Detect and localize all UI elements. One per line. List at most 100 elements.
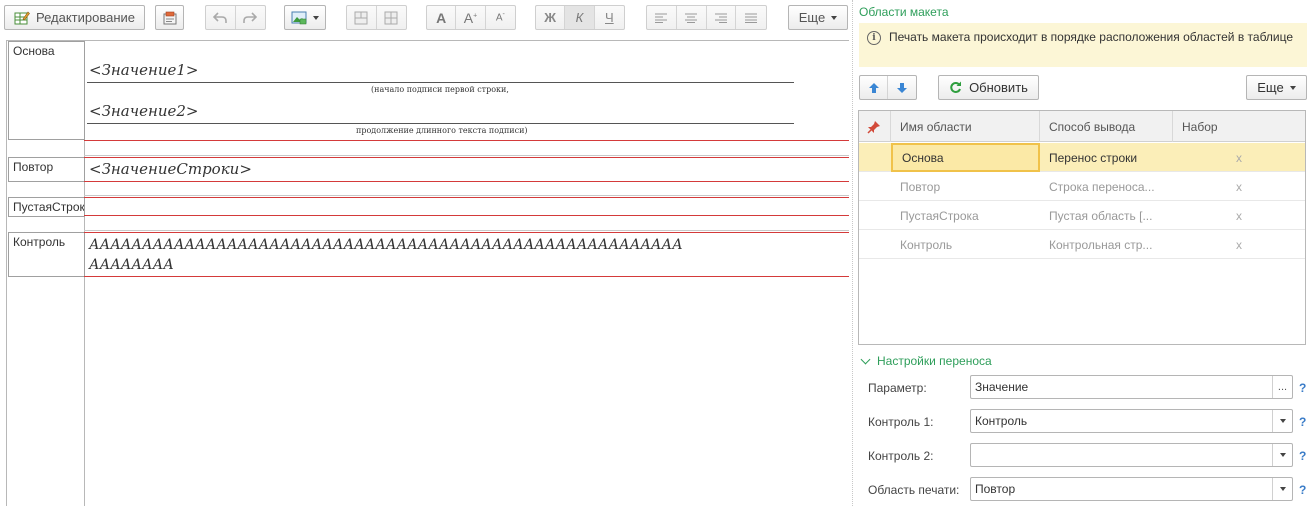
row-mode-cell[interactable]: Перенос строки bbox=[1040, 143, 1173, 172]
control2-label: Контроль 2: bbox=[868, 449, 934, 463]
field-value1[interactable]: <Значение1> bbox=[89, 61, 198, 79]
param-field[interactable]: Значение ... bbox=[970, 375, 1293, 399]
edit-mode-label: Редактирование bbox=[35, 10, 136, 25]
help-icon[interactable]: ? bbox=[1299, 415, 1306, 429]
font-decrease-button[interactable]: A- bbox=[486, 6, 515, 29]
chevron-down-icon bbox=[831, 15, 838, 20]
print-area-label: Область печати: bbox=[868, 483, 960, 497]
font-button[interactable]: A bbox=[427, 6, 457, 29]
area-border-line bbox=[84, 232, 849, 233]
control1-select[interactable]: Контроль bbox=[970, 409, 1293, 433]
row-mode-cell[interactable]: Строка переноса... bbox=[1040, 172, 1173, 201]
template-sheet[interactable]: Основа Повтор ПустаяСтрока Контроль <Зна… bbox=[6, 40, 849, 506]
field-control-line2[interactable]: АААААААА bbox=[89, 257, 174, 273]
bold-icon: Ж bbox=[544, 10, 557, 25]
alignment-group bbox=[646, 5, 767, 30]
column-header-mode[interactable]: Способ вывода bbox=[1040, 111, 1173, 142]
merge-cells-icon bbox=[354, 11, 368, 24]
row-set-cell[interactable]: x bbox=[1236, 201, 1242, 230]
area-label-empty[interactable]: ПустаяСтрока bbox=[8, 197, 85, 217]
toolbar-more-button[interactable]: Еще bbox=[788, 5, 848, 30]
split-cells-button[interactable] bbox=[377, 6, 406, 29]
refresh-icon bbox=[950, 81, 962, 93]
area-label-control[interactable]: Контроль bbox=[8, 232, 85, 277]
insert-picture-button[interactable] bbox=[284, 5, 326, 30]
underline-button[interactable]: Ч bbox=[595, 6, 624, 29]
template-toolbar: Редактирование A A+ A- Ж К Ч Еще bbox=[0, 0, 850, 36]
print-area-select[interactable]: Повтор bbox=[970, 477, 1293, 501]
wrap-settings-toggle[interactable]: Настройки переноса bbox=[859, 354, 992, 368]
row-mode-cell[interactable]: Пустая область [... bbox=[1040, 201, 1173, 230]
area-border-line bbox=[84, 140, 849, 141]
area-border-line bbox=[84, 157, 849, 158]
column-header-name[interactable]: Имя области bbox=[891, 111, 1040, 142]
undo-button[interactable] bbox=[206, 6, 236, 29]
area-border-line bbox=[84, 181, 849, 182]
refresh-button[interactable]: Обновить bbox=[938, 75, 1039, 100]
pin-column-header[interactable] bbox=[859, 111, 891, 142]
italic-icon: К bbox=[575, 10, 584, 25]
bold-button[interactable]: Ж bbox=[536, 6, 566, 29]
control1-label: Контроль 1: bbox=[868, 415, 934, 429]
dropdown-button[interactable] bbox=[1272, 444, 1292, 466]
move-up-button[interactable] bbox=[860, 76, 889, 99]
help-icon[interactable]: ? bbox=[1299, 483, 1306, 497]
help-icon[interactable]: ? bbox=[1299, 381, 1306, 395]
field-row-value[interactable]: <ЗначениеСтроки> bbox=[89, 160, 252, 178]
table-row[interactable]: Контроль Контрольная стр... x bbox=[859, 230, 1305, 259]
row-set-cell[interactable]: x bbox=[1236, 143, 1242, 172]
edit-mode-button[interactable]: Редактирование bbox=[4, 5, 145, 30]
row-set-cell[interactable]: x bbox=[1236, 172, 1242, 201]
table-row[interactable]: Повтор Строка переноса... x bbox=[859, 172, 1305, 201]
italic-button[interactable]: К bbox=[565, 6, 595, 29]
field-value2[interactable]: <Значение2> bbox=[89, 102, 198, 120]
info-icon: i bbox=[867, 31, 881, 45]
properties-icon bbox=[163, 11, 176, 24]
control2-select[interactable] bbox=[970, 443, 1293, 467]
redo-button[interactable] bbox=[236, 6, 265, 29]
refresh-label: Обновить bbox=[969, 80, 1028, 95]
table-row[interactable]: Основа Перенос строки x bbox=[859, 143, 1305, 172]
panel-more-button[interactable]: Еще bbox=[1246, 75, 1307, 100]
move-group bbox=[859, 75, 917, 100]
row-name-cell[interactable]: Повтор bbox=[891, 172, 1040, 201]
picture-icon bbox=[291, 11, 307, 24]
font-size-group: A A+ A- bbox=[426, 5, 516, 30]
move-down-button[interactable] bbox=[888, 76, 916, 99]
table-header: Имя области Способ вывода Набор bbox=[859, 111, 1305, 142]
row-name-cell[interactable]: Контроль bbox=[891, 230, 1040, 259]
field-control-line1[interactable]: АААААААААААААААААААААААААААААААААААААААА… bbox=[89, 237, 683, 253]
align-right-button[interactable] bbox=[707, 6, 737, 29]
control1-value: Контроль bbox=[975, 414, 1028, 428]
align-left-button[interactable] bbox=[647, 6, 677, 29]
row-set-cell[interactable]: x bbox=[1236, 230, 1242, 259]
help-icon[interactable]: ? bbox=[1299, 449, 1306, 463]
row-name-cell[interactable]: ПустаяСтрока bbox=[891, 201, 1040, 230]
align-left-icon bbox=[655, 13, 668, 23]
area-label-osnova[interactable]: Основа bbox=[8, 41, 85, 140]
row-mode-cell[interactable]: Контрольная стр... bbox=[1040, 230, 1173, 259]
column-header-set[interactable]: Набор bbox=[1173, 111, 1306, 142]
area-border-line bbox=[84, 276, 849, 277]
underline-rule bbox=[87, 82, 794, 83]
align-center-button[interactable] bbox=[677, 6, 707, 29]
area-label-povtor[interactable]: Повтор bbox=[8, 157, 85, 182]
align-justify-button[interactable] bbox=[736, 6, 766, 29]
font-increase-button[interactable]: A+ bbox=[456, 6, 486, 29]
align-center-icon bbox=[685, 13, 698, 23]
cell-format-group bbox=[346, 5, 407, 30]
underline-rule bbox=[87, 123, 794, 124]
dropdown-button[interactable] bbox=[1272, 478, 1292, 500]
font-decrease-icon: A- bbox=[495, 11, 505, 24]
panel-title: Области макета bbox=[859, 5, 949, 19]
table-row[interactable]: ПустаяСтрока Пустая область [... x bbox=[859, 201, 1305, 230]
properties-button[interactable] bbox=[155, 5, 184, 30]
row-name-cell[interactable]: Основа bbox=[891, 143, 1040, 172]
dropdown-button[interactable] bbox=[1272, 410, 1292, 432]
font-increase-icon: A+ bbox=[463, 9, 478, 26]
merge-cells-button[interactable] bbox=[347, 6, 377, 29]
wrap-settings-title: Настройки переноса bbox=[877, 354, 992, 368]
panel-splitter[interactable] bbox=[852, 0, 853, 506]
select-button[interactable]: ... bbox=[1272, 376, 1292, 398]
pin-icon bbox=[867, 120, 880, 134]
